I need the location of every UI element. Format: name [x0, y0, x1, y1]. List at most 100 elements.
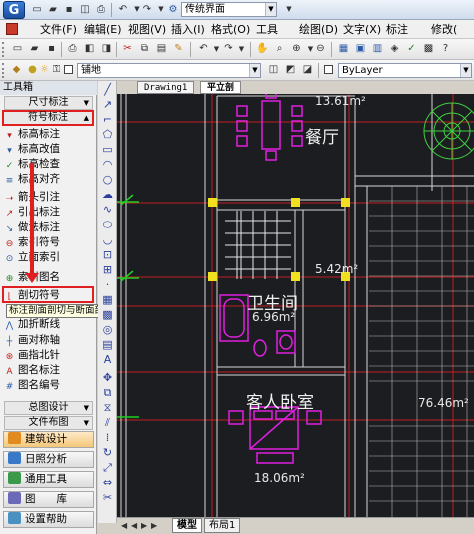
redo-dropdown-icon[interactable]: ▼	[234, 42, 249, 56]
polygon-icon[interactable]: ⬠	[100, 128, 115, 142]
design-center-icon[interactable]: ▣	[353, 42, 368, 56]
tool-item-7[interactable]: ↘ 做法标注	[3, 220, 95, 235]
tool-item-12[interactable]: ⋀ 加折断线	[3, 317, 95, 332]
insert-block-icon[interactable]: ⊡	[100, 248, 115, 262]
gradient-icon[interactable]: ▩	[100, 308, 115, 322]
sheet-set-icon[interactable]: ◈	[387, 42, 402, 56]
layer-lock-icon[interactable]: ⚿	[49, 63, 64, 77]
ellipse-icon[interactable]: ⬭	[100, 218, 115, 232]
redo-icon[interactable]: ↷	[140, 3, 154, 16]
tool-item-16[interactable]: # 图名编号	[3, 378, 95, 393]
arc-icon[interactable]: ◠	[100, 158, 115, 172]
save-as-icon[interactable]: ◫	[78, 3, 92, 16]
revision-cloud-icon[interactable]: ☁	[100, 188, 115, 202]
tool-item-13[interactable]: ┼ 画对称轴	[3, 333, 95, 348]
offset-icon[interactable]: ⫽	[100, 416, 115, 430]
preview-icon[interactable]: ◧	[82, 42, 97, 56]
new-file-icon[interactable]: ▭	[30, 3, 44, 16]
zoom-window-icon[interactable]: ⊕	[289, 42, 304, 56]
properties-icon[interactable]: ▦	[336, 42, 351, 56]
menu-tools[interactable]: 工具	[256, 22, 278, 37]
match-properties-icon[interactable]: ✎	[171, 42, 186, 56]
category-plan[interactable]: 总图设计 ▼	[4, 401, 93, 415]
layer-manager-icon[interactable]: ◆	[9, 63, 24, 77]
chevron-down-icon[interactable]: ▼	[460, 64, 471, 77]
menu-format[interactable]: 格式(O)	[211, 22, 250, 37]
module-button-5[interactable]: 设置帮助	[3, 511, 94, 528]
rectangle-icon[interactable]: ▭	[100, 143, 115, 157]
help-icon[interactable]: ?	[438, 42, 453, 56]
table-icon[interactable]: ▤	[100, 338, 115, 352]
move-icon[interactable]: ✥	[100, 371, 115, 385]
menu-text[interactable]: 文字(X)	[343, 22, 381, 37]
toolbar-grip[interactable]	[2, 42, 6, 57]
module-button-4[interactable]: 图 库	[3, 491, 94, 508]
toolbar-grip[interactable]	[2, 63, 6, 78]
tool-item-14[interactable]: ⊛ 画指北针	[3, 348, 95, 363]
menu-file[interactable]: 文件(F)	[40, 22, 77, 37]
pan-icon[interactable]: ✋	[255, 42, 270, 56]
scroll-next-icon[interactable]: ▶	[141, 521, 147, 530]
trim-icon[interactable]: ✂	[100, 491, 115, 505]
open-icon[interactable]: ▰	[27, 42, 42, 56]
scroll-first-icon[interactable]: ◀	[121, 521, 127, 530]
array-icon[interactable]: ⁞	[100, 431, 115, 445]
line-icon[interactable]: ╱	[100, 83, 115, 97]
scroll-last-icon[interactable]: ▶	[151, 521, 157, 530]
workspace-select[interactable]: 传统界面 ▼	[181, 2, 277, 17]
tool-item-5[interactable]: ➝ 箭头引注	[3, 190, 95, 205]
category-file[interactable]: 文件布图 ▼	[4, 416, 93, 430]
color-select[interactable]: ByLayer ▼	[338, 63, 472, 78]
markup-icon[interactable]: ✓	[404, 42, 419, 56]
tab-layout1[interactable]: 布局1	[204, 518, 241, 533]
tool-palettes-icon[interactable]: ▥	[370, 42, 385, 56]
layer-states-icon[interactable]: ◪	[300, 63, 315, 77]
module-button-3[interactable]: 通用工具	[3, 471, 94, 488]
menu-view[interactable]: 视图(V)	[128, 22, 166, 37]
menu-draw[interactable]: 绘图(D)	[299, 22, 338, 37]
zoom-realtime-icon[interactable]: ⌕	[272, 42, 287, 56]
polyline-icon[interactable]: ⌐	[100, 113, 115, 127]
category-dimension[interactable]: 尺寸标注 ▼	[4, 96, 93, 110]
drawing-canvas[interactable]: 13.61m² 餐厅 5.42m² 卫生间 6.96m² 客人卧室 18.06m…	[117, 81, 474, 517]
tab-plan-elevation[interactable]: 平立剖	[200, 81, 242, 94]
spline-icon[interactable]: ∿	[100, 203, 115, 217]
tool-item-9[interactable]: ⊙ 立面索引	[3, 250, 95, 265]
menu-modify[interactable]: 修改(	[431, 22, 457, 37]
tool-item-3[interactable]: ✓ 标高检查	[3, 157, 95, 172]
tool-item-8[interactable]: ⊖ 索引符号	[3, 235, 95, 250]
category-symbol[interactable]: 符号标注 ▲	[2, 110, 94, 126]
mirror-icon[interactable]: ⧖	[100, 401, 115, 415]
construction-line-icon[interactable]: ↗	[100, 98, 115, 112]
chevron-down-icon[interactable]: ▼	[249, 64, 260, 77]
open-folder-icon[interactable]: ▰	[46, 3, 60, 16]
layer-previous-icon[interactable]: ◩	[283, 63, 298, 77]
module-button-1[interactable]: 建筑设计	[3, 431, 94, 448]
menu-edit[interactable]: 编辑(E)	[84, 22, 122, 37]
module-button-2[interactable]: 日照分析	[3, 451, 94, 468]
multiline-text-icon[interactable]: A	[100, 353, 115, 367]
print-icon[interactable]: ⎙	[65, 42, 80, 56]
customize-dropdown-icon[interactable]: ▼	[282, 3, 296, 16]
save-icon[interactable]: ▪	[62, 3, 76, 16]
copy-icon[interactable]: ⧉	[137, 42, 152, 56]
undo-icon[interactable]: ↶	[116, 3, 130, 16]
menu-dimension[interactable]: 标注	[386, 22, 408, 37]
tab-drawing1[interactable]: Drawing1	[137, 81, 195, 94]
tool-item-6[interactable]: ↗ 引出标注	[3, 205, 95, 220]
save-icon[interactable]: ▪	[44, 42, 59, 56]
tool-item-10[interactable]: ⊕ 索引图名	[3, 270, 95, 285]
tool-item-15[interactable]: A 图名标注	[3, 363, 95, 378]
tool-item-4[interactable]: ≡ 标高对齐	[3, 172, 95, 187]
make-block-icon[interactable]: ⊞	[100, 263, 115, 277]
scroll-prev-icon[interactable]: ◀	[131, 521, 137, 530]
new-icon[interactable]: ▭	[10, 42, 25, 56]
paste-icon[interactable]: ▤	[154, 42, 169, 56]
zoom-previous-icon[interactable]: ⊖	[313, 42, 328, 56]
tool-item-2[interactable]: ▾ 标高改值	[3, 142, 95, 157]
copy-object-icon[interactable]: ⧉	[100, 386, 115, 400]
document-icon[interactable]	[6, 23, 18, 35]
tool-item-1[interactable]: ▾ 标高标注	[3, 127, 95, 142]
ellipse-arc-icon[interactable]: ◡	[100, 233, 115, 247]
publish-icon[interactable]: ◨	[99, 42, 114, 56]
